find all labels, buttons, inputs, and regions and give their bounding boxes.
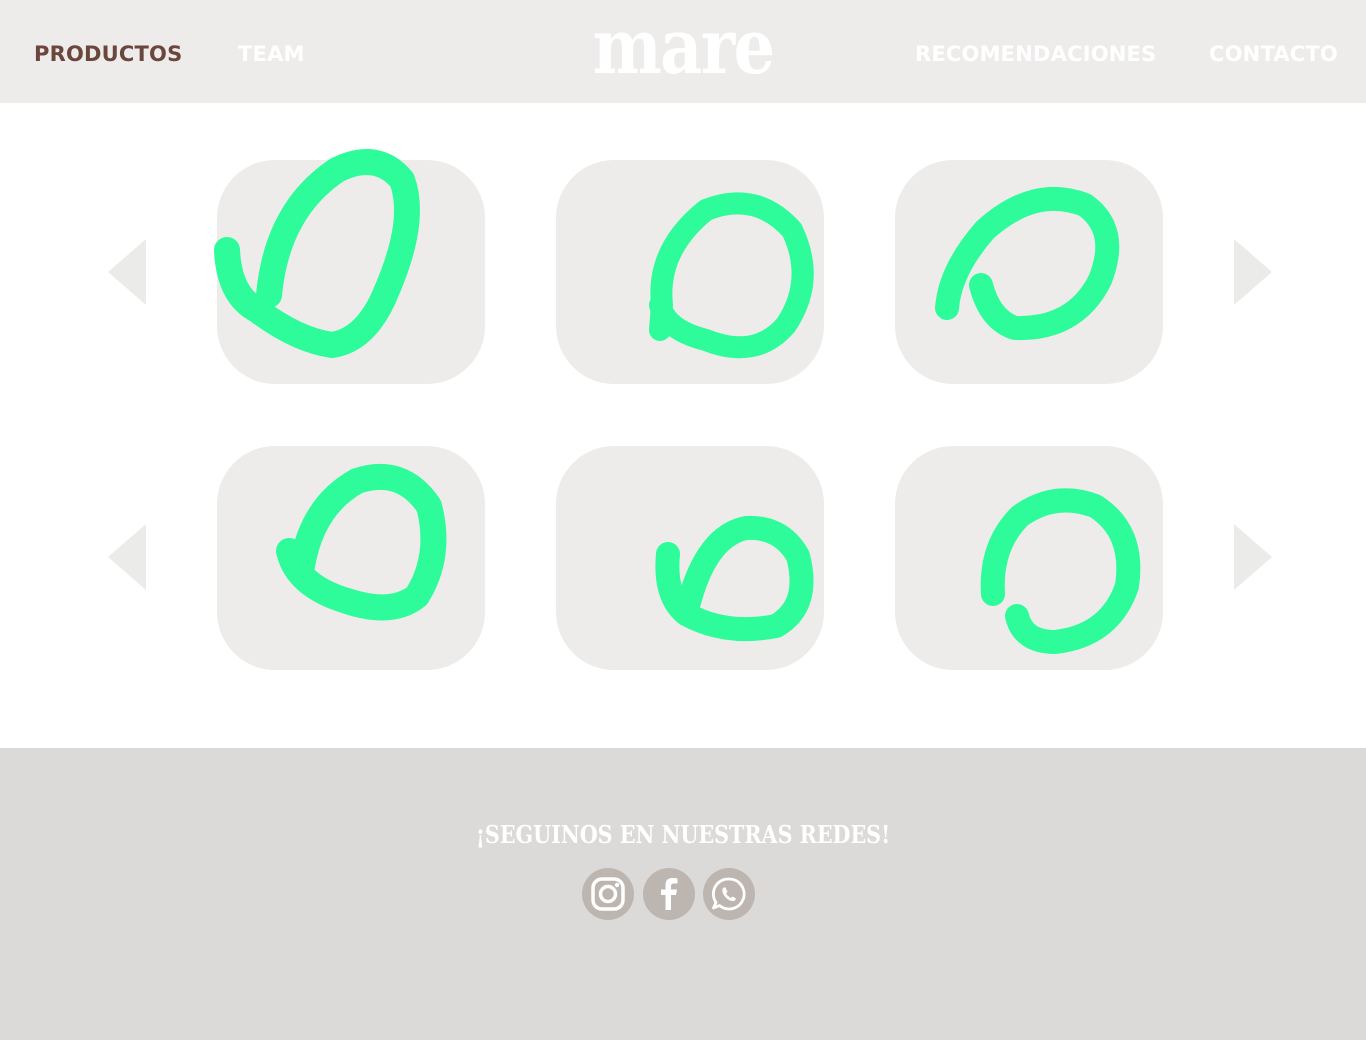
green-scribble-icon bbox=[214, 149, 420, 358]
product-card[interactable] bbox=[895, 160, 1163, 384]
nav-contacto[interactable]: CONTACTO bbox=[1209, 40, 1338, 68]
prev-arrow-icon[interactable] bbox=[108, 239, 146, 305]
green-scribble-icon bbox=[935, 186, 1120, 341]
green-scribble-icon bbox=[655, 515, 814, 642]
whatsapp-icon bbox=[711, 877, 746, 911]
site-header: PRODUCTOS TEAM mare RECOMENDACIONES CONT… bbox=[0, 0, 1366, 103]
product-card[interactable] bbox=[556, 446, 824, 670]
footer-title: ¡SEGUINOS EN NUESTRAS REDES! bbox=[475, 820, 891, 849]
instagram-icon bbox=[591, 877, 625, 911]
product-card[interactable] bbox=[214, 149, 485, 384]
green-scribble-icon bbox=[276, 463, 447, 621]
next-arrow-icon[interactable] bbox=[1234, 239, 1272, 305]
facebook-button[interactable] bbox=[643, 868, 695, 920]
green-scribble-icon bbox=[980, 488, 1141, 654]
product-card[interactable] bbox=[895, 446, 1163, 670]
facebook-icon bbox=[661, 878, 678, 910]
instagram-button[interactable] bbox=[582, 868, 634, 920]
prev-arrow-icon[interactable] bbox=[108, 524, 146, 590]
product-card[interactable] bbox=[217, 446, 485, 670]
next-arrow-icon[interactable] bbox=[1234, 524, 1272, 590]
product-card[interactable] bbox=[556, 160, 824, 384]
green-scribble-icon bbox=[649, 192, 814, 359]
nav-recomendaciones[interactable]: RECOMENDACIONES bbox=[915, 40, 1156, 68]
whatsapp-button[interactable] bbox=[703, 868, 755, 920]
site-footer: ¡SEGUINOS EN NUESTRAS REDES! bbox=[0, 748, 1366, 1040]
